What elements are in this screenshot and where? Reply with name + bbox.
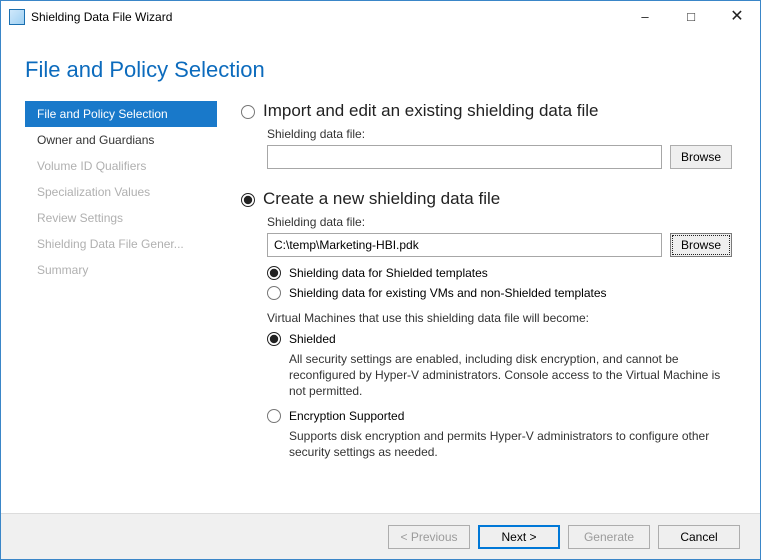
page-title: File and Policy Selection (25, 57, 736, 83)
policy-encryption-radio[interactable] (267, 409, 281, 423)
create-heading: Create a new shielding data file (263, 189, 500, 209)
policy-shielded-radio[interactable] (267, 332, 281, 346)
sidebar-item-review: Review Settings (25, 205, 217, 231)
sidebar-item-generation: Shielding Data File Gener... (25, 231, 217, 257)
create-browse-button[interactable]: Browse (670, 233, 732, 257)
import-file-label: Shielding data file: (267, 127, 732, 141)
vm-become-note: Virtual Machines that use this shielding… (267, 311, 732, 325)
sidebar-item-specialization: Specialization Values (25, 179, 217, 205)
existing-vms-radio[interactable] (267, 286, 281, 300)
window-title: Shielding Data File Wizard (31, 10, 172, 24)
previous-button: < Previous (388, 525, 470, 549)
wizard-steps-sidebar: File and Policy Selection Owner and Guar… (25, 101, 217, 507)
import-group: Import and edit an existing shielding da… (241, 101, 732, 169)
maximize-button[interactable]: □ (668, 1, 714, 33)
create-file-label: Shielding data file: (267, 215, 732, 229)
create-group: Create a new shielding data file Shieldi… (241, 189, 732, 460)
import-mode-radio[interactable] (241, 105, 255, 119)
shielded-templates-label: Shielding data for Shielded templates (289, 265, 488, 281)
policy-encryption-desc: Supports disk encryption and permits Hyp… (289, 428, 732, 460)
policy-encryption-label: Encryption Supported (289, 408, 404, 424)
minimize-button[interactable]: – (622, 1, 668, 33)
next-button[interactable]: Next > (478, 525, 560, 549)
sidebar-item-owner-guardians[interactable]: Owner and Guardians (25, 127, 217, 153)
content-area: File and Policy Selection File and Polic… (1, 33, 760, 513)
app-icon (9, 9, 25, 25)
import-browse-button[interactable]: Browse (670, 145, 732, 169)
sidebar-item-summary: Summary (25, 257, 217, 283)
policy-shielded-desc: All security settings are enabled, inclu… (289, 351, 732, 400)
main-panel: Import and edit an existing shielding da… (217, 101, 736, 507)
wizard-footer: < Previous Next > Generate Cancel (1, 513, 760, 559)
close-button[interactable]: ✕ (714, 1, 760, 33)
cancel-button[interactable]: Cancel (658, 525, 740, 549)
sidebar-item-file-policy[interactable]: File and Policy Selection (25, 101, 217, 127)
create-mode-radio[interactable] (241, 193, 255, 207)
create-file-input[interactable] (267, 233, 662, 257)
policy-shielded-label: Shielded (289, 331, 336, 347)
shielded-templates-radio[interactable] (267, 266, 281, 280)
import-heading: Import and edit an existing shielding da… (263, 101, 598, 121)
import-file-input[interactable] (267, 145, 662, 169)
existing-vms-label: Shielding data for existing VMs and non-… (289, 285, 607, 301)
sidebar-item-volume-id: Volume ID Qualifiers (25, 153, 217, 179)
generate-button: Generate (568, 525, 650, 549)
titlebar: Shielding Data File Wizard – □ ✕ (1, 1, 760, 33)
